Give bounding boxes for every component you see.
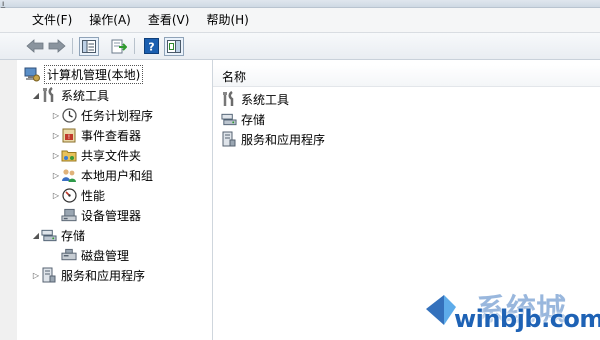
tree-item-system-tools[interactable]: ◢ 系统工具 [31, 86, 109, 104]
toolbar-separator [134, 38, 135, 54]
tree-item-task-scheduler[interactable]: ▷ 任务计划程序 [51, 106, 153, 124]
tree-label-performance: 性能 [81, 188, 106, 203]
tree-label-system-tools: 系统工具 [61, 88, 110, 103]
toolbar: ? [0, 33, 600, 60]
tree-label-storage: 存储 [61, 228, 86, 243]
expand-arrow-icon[interactable]: ◢ [31, 231, 41, 240]
help-icon: ? [143, 38, 159, 54]
tree-item-local-users[interactable]: ▷ 本地用户和组 [51, 166, 153, 184]
action-pane-button[interactable] [164, 37, 184, 56]
tree-label-local-users: 本地用户和组 [81, 168, 154, 183]
back-icon [26, 39, 44, 53]
tree-item-performance[interactable]: ▷ 性能 [51, 186, 105, 204]
window-title-strip: ı̲ [0, 0, 600, 8]
console-tree: 计算机管理(本地) ◢ 系统工具 ▷ 任务计划程序 ▷ ! 事件查看器 ▷ 共享… [17, 60, 213, 340]
forward-button[interactable] [47, 37, 67, 55]
services-apps-icon [221, 131, 237, 147]
list-item[interactable]: 系统工具 [221, 90, 289, 108]
storage-icon [41, 227, 57, 243]
export-list-button[interactable] [109, 37, 129, 55]
services-apps-icon [41, 267, 57, 283]
clock-icon [61, 107, 77, 123]
left-gutter [0, 60, 17, 340]
tree-item-disk-management[interactable]: 磁盘管理 [61, 246, 129, 264]
system-tools-icon [221, 91, 237, 107]
computer-management-icon [24, 66, 40, 82]
shared-folder-icon [61, 147, 77, 163]
tree-label-shared-folders: 共享文件夹 [81, 148, 142, 163]
menubar: 文件(F) 操作(A) 查看(V) 帮助(H) [0, 8, 600, 33]
list-pane: 名称 系统工具 存储 服务和应用程序 [213, 60, 600, 340]
tree-label-event-viewer: 事件查看器 [81, 128, 142, 143]
action-pane-icon [167, 40, 181, 53]
tree-label-device-manager: 设备管理器 [81, 208, 142, 223]
svg-text:?: ? [148, 41, 154, 54]
help-button[interactable]: ? [141, 37, 161, 55]
collapsed-arrow-icon[interactable]: ▷ [51, 171, 61, 180]
tree-item-event-viewer[interactable]: ▷ ! 事件查看器 [51, 126, 141, 144]
collapsed-arrow-icon[interactable]: ▷ [31, 271, 41, 280]
collapsed-arrow-icon[interactable]: ▷ [51, 131, 61, 140]
tree-item-storage[interactable]: ◢ 存储 [31, 226, 85, 244]
svg-text:!: ! [68, 134, 70, 141]
show-hide-console-tree-button[interactable] [79, 37, 99, 56]
menu-view[interactable]: 查看(V) [131, 8, 190, 32]
tree-label-services-apps: 服务和应用程序 [61, 268, 146, 283]
performance-icon [61, 187, 77, 203]
list-item[interactable]: 服务和应用程序 [221, 130, 325, 148]
collapsed-arrow-icon[interactable]: ▷ [51, 191, 61, 200]
collapsed-arrow-icon[interactable]: ▷ [51, 151, 61, 160]
menu-action[interactable]: 操作(A) [72, 8, 131, 32]
list-item-label: 服务和应用程序 [241, 132, 326, 147]
disk-management-icon [61, 247, 77, 263]
list-item[interactable]: 存储 [221, 110, 265, 128]
tree-label-task-scheduler: 任务计划程序 [81, 108, 154, 123]
tree-item-services-apps[interactable]: ▷ 服务和应用程序 [31, 266, 145, 284]
show-hide-console-tree-icon [82, 40, 96, 53]
tree-item-shared-folders[interactable]: ▷ 共享文件夹 [51, 146, 141, 164]
event-viewer-icon: ! [61, 127, 77, 143]
users-icon [61, 167, 77, 183]
tree-item-root[interactable]: 计算机管理(本地) [24, 64, 144, 84]
column-header-label: 名称 [222, 70, 247, 84]
menu-help[interactable]: 帮助(H) [189, 8, 248, 32]
list-item-label: 系统工具 [241, 92, 290, 107]
tree-label-root: 计算机管理(本地) [44, 64, 144, 84]
forward-icon [48, 39, 66, 53]
tree-item-device-manager[interactable]: 设备管理器 [61, 206, 141, 224]
tree-label-disk-management: 磁盘管理 [81, 248, 130, 263]
expand-arrow-icon[interactable]: ◢ [31, 91, 41, 100]
device-manager-icon [61, 207, 77, 223]
menu-file[interactable]: 文件(F) [0, 8, 72, 32]
column-header-name[interactable]: 名称 [213, 65, 600, 87]
system-tools-icon [41, 87, 57, 103]
back-button[interactable] [25, 37, 45, 55]
list-item-label: 存储 [241, 112, 266, 127]
export-list-icon [111, 39, 127, 53]
toolbar-separator [72, 38, 73, 54]
storage-icon [221, 111, 237, 127]
window-title-mark: ı̲ [2, 0, 5, 8]
collapsed-arrow-icon[interactable]: ▷ [51, 111, 61, 120]
